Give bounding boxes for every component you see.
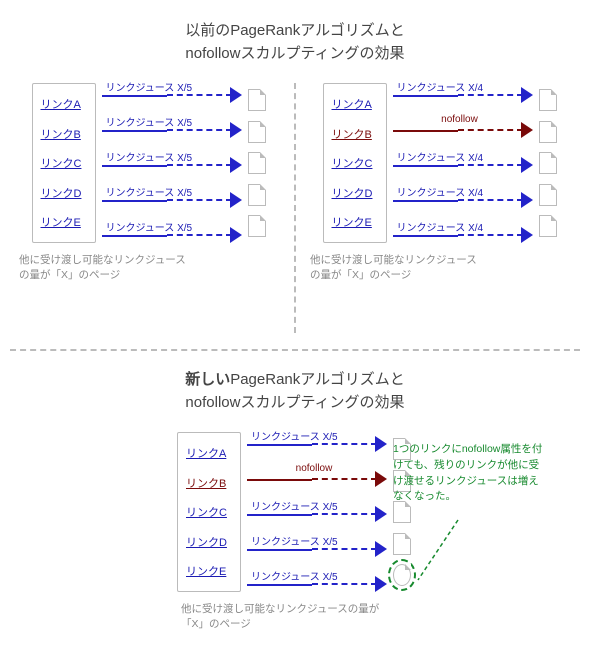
target-page: [539, 215, 557, 237]
link-label: リンクE: [41, 214, 87, 230]
panel-top-right-wrap: リンクA リンクB リンクC リンクD リンクE リンクジュース X/4 nofollow リ…: [306, 83, 575, 282]
arrows-group: リンクジュース X/5リンクジュース X/5リンクジュース X/5リンクジュース…: [102, 83, 242, 243]
arrow: リンクジュース X/5: [247, 537, 387, 557]
link-label: リンクB: [186, 475, 232, 491]
link-label: リンクA: [186, 445, 232, 461]
arrows-group: リンクジュース X/4nofollowリンクジュース X/4リンクジュース X/…: [393, 83, 533, 243]
link-label: リンクA: [41, 96, 87, 112]
arrow: リンクジュース X/4: [393, 83, 533, 103]
arrow-juice-label: リンクジュース X/5: [106, 79, 232, 94]
title-old-line2: nofollowスカルプティングの効果: [185, 45, 404, 62]
source-page: リンクA リンクB リンクC リンクD リンクE: [32, 83, 96, 243]
link-label: リンクC: [186, 504, 232, 520]
arrow-juice-label: リンクジュース X/5: [106, 184, 232, 199]
arrow-juice-label: リンクジュース X/4: [397, 149, 523, 164]
arrow: リンクジュース X/4: [393, 153, 533, 173]
arrow: リンクジュース X/5: [102, 83, 242, 103]
panel-bottom: リンクA リンクB リンクC リンクD リンクE リンクジュース X/5 nofollow リ…: [177, 432, 413, 592]
target-page: [248, 215, 266, 237]
link-label: リンクD: [186, 534, 232, 550]
target-page: [539, 89, 557, 111]
target-pages: [248, 83, 268, 243]
target-page: [539, 184, 557, 206]
arrow-juice-label: リンクジュース X/5: [251, 533, 377, 548]
target-pages: [539, 83, 559, 243]
link-label: リンクE: [186, 563, 232, 579]
arrow: リンクジュース X/5: [102, 188, 242, 208]
arrow-juice-label: リンクジュース X/5: [251, 568, 377, 583]
target-page: [539, 121, 557, 143]
arrows-group: リンクジュース X/5nofollowリンクジュース X/5リンクジュース X/…: [247, 432, 387, 592]
new-algorithm-row: リンクA リンクB リンクC リンクD リンクE リンクジュース X/5 nofollow リ…: [15, 432, 575, 631]
title-new: 新しいPageRankアルゴリズムと nofollowスカルプティングの効果: [15, 369, 575, 414]
arrow-juice-label: リンクジュース X/5: [251, 498, 377, 513]
target-page: [248, 89, 266, 111]
link-label: リンクB: [41, 126, 87, 142]
source-page: リンクA リンクB リンクC リンクD リンクE: [177, 432, 241, 592]
target-page: [248, 152, 266, 174]
arrow-juice-label: nofollow: [251, 463, 377, 474]
link-label: リンクA: [332, 96, 378, 112]
link-label: リンクB: [332, 126, 378, 142]
link-label: リンクE: [332, 214, 378, 230]
arrow-juice-label: リンクジュース X/5: [106, 219, 232, 234]
old-algorithm-row: リンクAリンクBリンクCリンクDリンクEリンクジュース X/5リンクジュース X…: [15, 83, 575, 333]
title-new-em: 新しい: [185, 371, 230, 388]
arrow: リンクジュース X/5: [247, 432, 387, 452]
source-page: リンクA リンクB リンクC リンクD リンクE: [323, 83, 387, 243]
arrow-juice-label: リンクジュース X/5: [106, 114, 232, 129]
title-old: 以前のPageRankアルゴリズムと nofollowスカルプティングの効果: [15, 20, 575, 65]
link-label: リンクD: [41, 185, 87, 201]
arrow-juice-label: リンクジュース X/4: [397, 184, 523, 199]
arrow: リンクジュース X/5: [102, 118, 242, 138]
arrow-juice-label: リンクジュース X/5: [106, 149, 232, 164]
callout-text: 1つのリンクにnofollow属性を付けても、残りのリンクが他に受け渡せるリンク…: [393, 442, 543, 505]
arrow: nofollow: [393, 118, 533, 138]
callout-connector: [413, 520, 473, 580]
target-page: [393, 564, 411, 586]
link-label: リンクC: [332, 155, 378, 171]
vertical-divider: [294, 83, 296, 333]
panel-top-left-wrap: リンクAリンクBリンクCリンクDリンクEリンクジュース X/5リンクジュース X…: [15, 83, 284, 282]
horizontal-divider: [10, 349, 580, 351]
arrow: リンクジュース X/5: [247, 572, 387, 592]
arrow-juice-label: リンクジュース X/5: [251, 428, 377, 443]
caption-bottom: 他に受け渡し可能なリンクジュースの量が「X」のページ: [181, 602, 381, 631]
link-label: リンクD: [332, 185, 378, 201]
arrow: nofollow: [247, 467, 387, 487]
title-old-line1: 以前のPageRankアルゴリズムと: [185, 22, 405, 39]
arrow: リンクジュース X/5: [102, 153, 242, 173]
arrow: リンクジュース X/4: [393, 188, 533, 208]
caption-top-right: 他に受け渡し可能なリンクジュースの量が「X」のページ: [310, 253, 480, 282]
target-page: [248, 121, 266, 143]
arrow: リンクジュース X/5: [102, 223, 242, 243]
link-label: リンクC: [41, 155, 87, 171]
arrow: リンクジュース X/4: [393, 223, 533, 243]
arrow-juice-label: リンクジュース X/4: [397, 79, 523, 94]
panel-top-left: リンクAリンクBリンクCリンクDリンクEリンクジュース X/5リンクジュース X…: [32, 83, 268, 243]
panel-top-right: リンクA リンクB リンクC リンクD リンクE リンクジュース X/4 nofollow リ…: [323, 83, 559, 243]
title-new-line2: nofollowスカルプティングの効果: [185, 394, 404, 411]
arrow-juice-label: リンクジュース X/4: [397, 219, 523, 234]
arrow: リンクジュース X/5: [247, 502, 387, 522]
target-page: [539, 152, 557, 174]
target-page: [248, 184, 266, 206]
arrow-juice-label: nofollow: [397, 114, 523, 125]
title-new-line1: PageRankアルゴリズムと: [230, 371, 405, 388]
caption-top-left: 他に受け渡し可能なリンクジュースの量が「X」のページ: [19, 253, 189, 282]
target-page: [393, 533, 411, 555]
